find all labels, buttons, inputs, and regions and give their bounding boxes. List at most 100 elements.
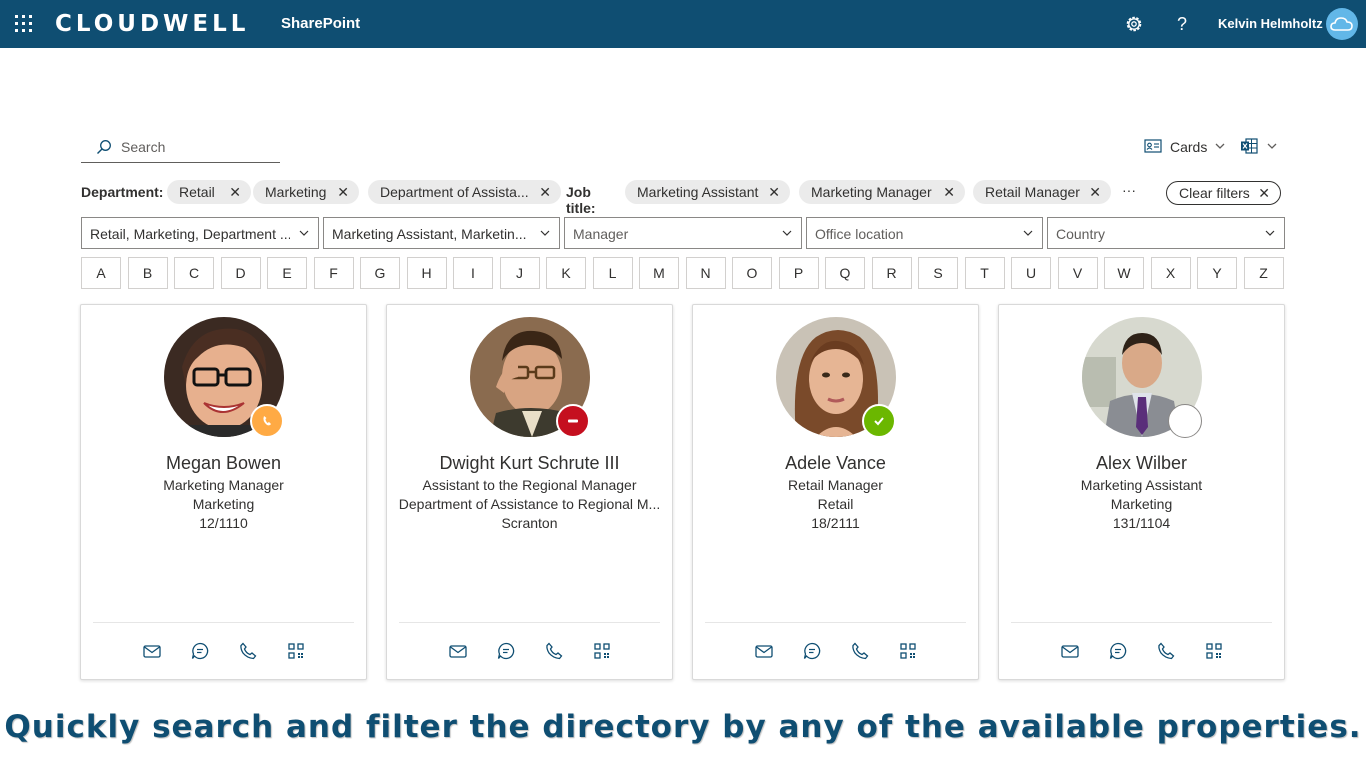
letter-filter-e[interactable]: E	[267, 257, 307, 289]
mail-icon[interactable]	[1060, 641, 1080, 661]
manager-dropdown[interactable]: Manager	[564, 217, 802, 249]
mail-icon[interactable]	[142, 641, 162, 661]
letter-filter-p[interactable]: P	[778, 257, 819, 289]
remove-filter-icon[interactable]: ✕	[337, 180, 349, 204]
search-icon	[97, 140, 111, 154]
filter-pill[interactable]: Department of Assista... ✕	[368, 180, 561, 204]
qr-code-icon[interactable]	[898, 641, 918, 661]
letter-filter-x[interactable]: X	[1150, 257, 1191, 289]
person-office: Scranton	[501, 515, 558, 531]
person-title: Marketing Manager	[163, 477, 284, 493]
export-excel-button[interactable]	[1240, 137, 1280, 159]
letter-filter-o[interactable]: O	[732, 257, 772, 289]
jobtitle-dropdown[interactable]: Marketing Assistant, Marketin...	[323, 217, 560, 249]
person-department: Retail	[817, 496, 854, 512]
dropdown-placeholder: Manager	[573, 226, 629, 242]
suite-header: CLOUDWELL SharePoint ? Kelvin Helmholtz	[0, 0, 1366, 48]
country-dropdown[interactable]: Country	[1047, 217, 1285, 249]
chat-icon[interactable]	[802, 641, 822, 661]
department-filter-label: Department:	[81, 184, 164, 200]
person-office: 12/1110	[199, 515, 248, 531]
letter-filter-y[interactable]: Y	[1197, 257, 1237, 289]
person-card[interactable]: Adele Vance Retail Manager Retail 18/211…	[692, 304, 979, 680]
person-name[interactable]: Dwight Kurt Schrute III	[387, 452, 672, 474]
qr-code-icon[interactable]	[286, 641, 306, 661]
user-name[interactable]: Kelvin Helmholtz	[1218, 16, 1323, 32]
person-card[interactable]: Megan Bowen Marketing Manager Marketing …	[80, 304, 367, 680]
help-icon[interactable]: ?	[1172, 12, 1192, 36]
letter-filter-g[interactable]: G	[360, 257, 400, 289]
site-title[interactable]: SharePoint	[281, 15, 360, 33]
brand-logo[interactable]: CLOUDWELL	[55, 9, 249, 39]
filter-pill[interactable]: Retail ✕	[167, 180, 251, 204]
filter-pill[interactable]: Retail Manager ✕	[973, 180, 1111, 204]
letter-filter-d[interactable]: D	[220, 257, 261, 289]
qr-code-icon[interactable]	[1204, 641, 1224, 661]
gear-icon[interactable]	[1124, 14, 1144, 34]
remove-filter-icon[interactable]: ✕	[1089, 180, 1101, 204]
divider	[93, 622, 354, 623]
more-filters-button[interactable]: ···	[1122, 182, 1136, 198]
department-dropdown[interactable]: Retail, Marketing, Department ...	[81, 217, 319, 249]
chat-icon[interactable]	[190, 641, 210, 661]
letter-filter-v[interactable]: V	[1057, 257, 1098, 289]
office-location-dropdown[interactable]: Office location	[806, 217, 1043, 249]
letter-filter-u[interactable]: U	[1011, 257, 1051, 289]
person-title: Assistant to the Regional Manager	[422, 477, 637, 493]
filter-pill[interactable]: Marketing Assistant ✕	[625, 180, 790, 204]
phone-icon[interactable]	[850, 641, 870, 661]
remove-filter-icon[interactable]: ✕	[768, 180, 780, 204]
filter-pill[interactable]: Marketing Manager ✕	[799, 180, 965, 204]
chevron-down-icon	[1215, 143, 1225, 149]
letter-filter-t[interactable]: T	[964, 257, 1005, 289]
letter-filter-w[interactable]: W	[1104, 257, 1144, 289]
letter-filter-c[interactable]: C	[174, 257, 214, 289]
letter-filter-j[interactable]: J	[499, 257, 540, 289]
letter-filter-h[interactable]: H	[406, 257, 447, 289]
remove-filter-icon[interactable]: ✕	[943, 180, 955, 204]
letter-filter-b[interactable]: B	[127, 257, 168, 289]
letter-filter-f[interactable]: F	[313, 257, 354, 289]
mail-icon[interactable]	[754, 641, 774, 661]
qr-code-icon[interactable]	[592, 641, 612, 661]
chevron-down-icon	[1267, 143, 1277, 149]
search-input[interactable]: Search	[121, 139, 165, 155]
letter-filter-k[interactable]: K	[546, 257, 586, 289]
clear-filters-button[interactable]: Clear filters ✕	[1166, 181, 1281, 205]
dropdown-value: Marketing Assistant, Marketin...	[332, 226, 527, 242]
dropdown-value: Retail, Marketing, Department ...	[90, 226, 290, 242]
clear-filters-label: Clear filters	[1179, 185, 1250, 201]
letter-filter-m[interactable]: M	[639, 257, 679, 289]
chat-icon[interactable]	[1108, 641, 1128, 661]
chat-icon[interactable]	[496, 641, 516, 661]
search-box[interactable]: Search	[81, 132, 280, 163]
filter-pill[interactable]: Marketing ✕	[253, 180, 359, 204]
person-office: 131/1104	[1112, 515, 1171, 531]
close-icon: ✕	[1258, 185, 1270, 201]
letter-filter-z[interactable]: Z	[1243, 257, 1284, 289]
phone-icon[interactable]	[1156, 641, 1176, 661]
letter-filter-r[interactable]: R	[871, 257, 912, 289]
remove-filter-icon[interactable]: ✕	[229, 180, 241, 204]
letter-filter-s[interactable]: S	[918, 257, 958, 289]
marketing-caption: Quickly search and filter the directory …	[4, 709, 1362, 745]
letter-filter-a[interactable]: A	[81, 257, 121, 289]
person-card[interactable]: Dwight Kurt Schrute III Assistant to the…	[386, 304, 673, 680]
letter-filter-n[interactable]: N	[685, 257, 726, 289]
person-name[interactable]: Megan Bowen	[81, 452, 366, 474]
dropdown-placeholder: Office location	[815, 226, 904, 242]
waffle-icon[interactable]	[15, 15, 33, 33]
phone-icon[interactable]	[544, 641, 564, 661]
presence-offline-icon	[1168, 404, 1202, 438]
mail-icon[interactable]	[448, 641, 468, 661]
user-avatar[interactable]	[1326, 8, 1358, 40]
person-name[interactable]: Alex Wilber	[999, 452, 1284, 474]
person-office: 18/2111	[811, 515, 860, 531]
phone-icon[interactable]	[238, 641, 258, 661]
person-name[interactable]: Adele Vance	[693, 452, 978, 474]
letter-filter-q[interactable]: Q	[825, 257, 865, 289]
remove-filter-icon[interactable]: ✕	[539, 180, 551, 204]
letter-filter-l[interactable]: L	[592, 257, 633, 289]
letter-filter-i[interactable]: I	[453, 257, 493, 289]
person-card[interactable]: Alex Wilber Marketing Assistant Marketin…	[998, 304, 1285, 680]
